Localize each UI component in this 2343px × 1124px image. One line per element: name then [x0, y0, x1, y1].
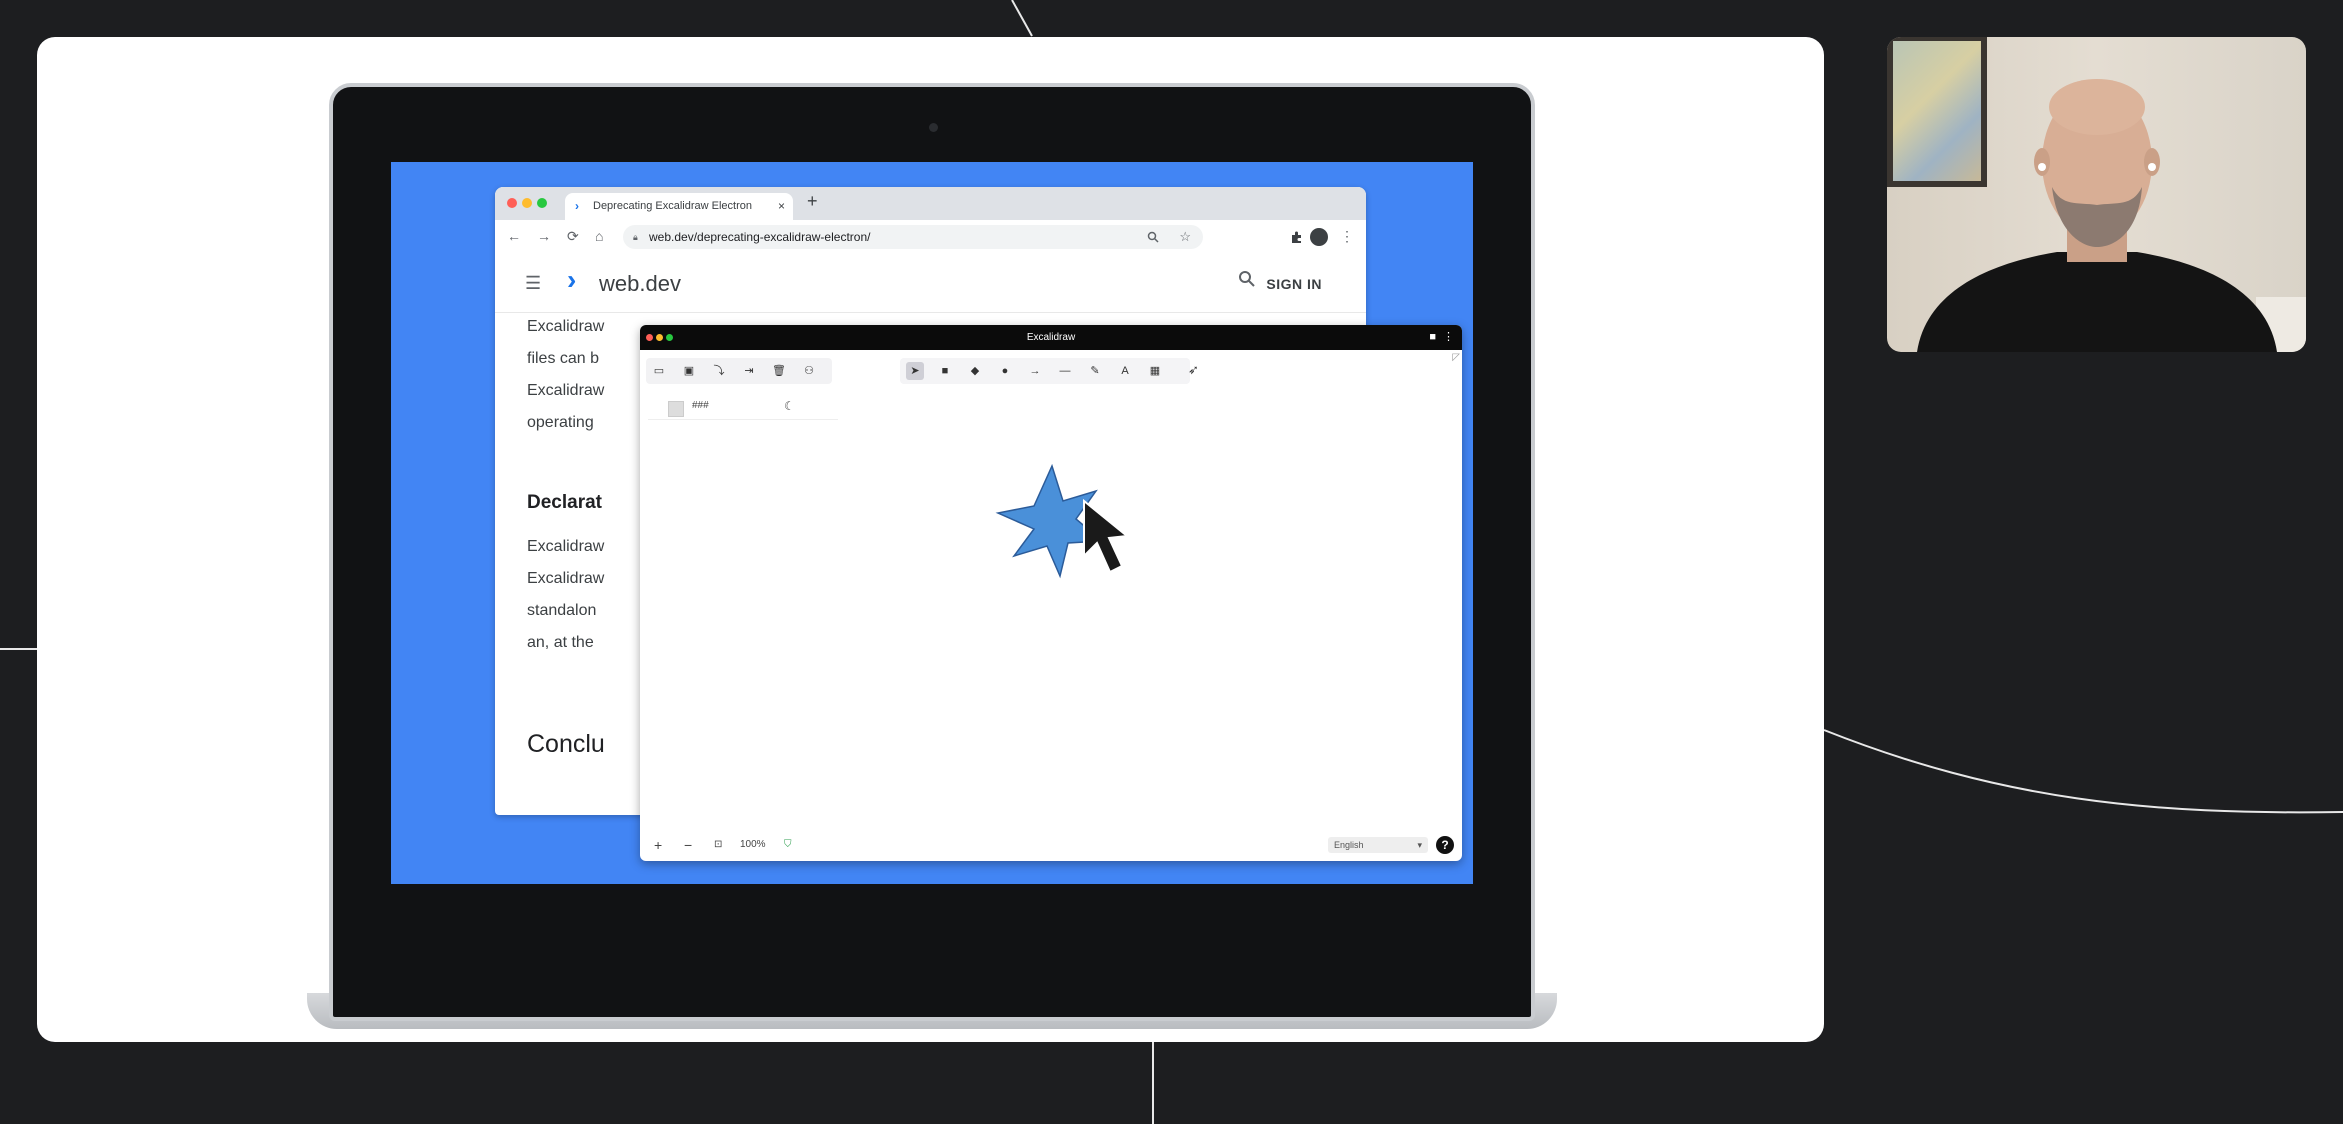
paragraph-line: Excalidraw [527, 570, 605, 587]
paragraph-line: files can b [527, 350, 600, 367]
reload-icon[interactable]: ⟳ [567, 228, 579, 244]
paragraph-line: Excalidraw [527, 318, 605, 335]
zoom-in-button[interactable]: + [654, 833, 662, 857]
mouse-cursor-icon [1083, 498, 1130, 574]
app-menu-icon[interactable]: ⋮ [1443, 325, 1454, 350]
chevron-down-icon: ▾ [1417, 840, 1422, 850]
maximize-window-dot[interactable] [537, 198, 547, 208]
search-icon[interactable] [1238, 270, 1256, 288]
drawing-canvas[interactable] [640, 351, 1462, 827]
conclusion-heading: Conclu [527, 730, 605, 758]
laptop-camera [929, 123, 938, 132]
address-bar[interactable]: 🔒︎ web.dev/deprecating-excalidraw-electr… [623, 225, 1203, 249]
lock-icon: 🔒︎ [633, 232, 638, 242]
speaker-avatar [1917, 79, 2277, 352]
paragraph-line: standalon [527, 602, 597, 619]
sign-in-button[interactable]: SIGN IN [1266, 276, 1322, 292]
speaker-webcam-video [1887, 37, 2306, 352]
section-heading: Declarat [527, 492, 602, 513]
new-tab-button[interactable]: + [807, 191, 818, 212]
forward-icon[interactable]: → [537, 228, 551, 244]
extensions-puzzle-icon[interactable] [1290, 230, 1304, 244]
webdev-favicon-icon: › [575, 199, 579, 213]
zoom-icon[interactable] [1147, 231, 1159, 243]
encryption-shield-icon: ⛉ [784, 839, 792, 850]
profile-avatar[interactable] [1310, 228, 1328, 246]
excalidraw-title: Excalidraw [1026, 332, 1076, 343]
home-icon[interactable]: ⌂ [595, 228, 603, 244]
paragraph-line: operating [527, 414, 594, 431]
tab-title: Deprecating Excalidraw Electron [593, 200, 752, 212]
back-icon[interactable]: ← [507, 228, 521, 244]
bookmark-star-icon[interactable]: ☆ [1179, 225, 1191, 249]
extensions-icon[interactable]: ■ [1429, 325, 1436, 350]
excalidraw-titlebar: Excalidraw ■ ⋮ [640, 325, 1462, 350]
help-button[interactable]: ? [1436, 836, 1454, 854]
browser-tab[interactable]: › Deprecating Excalidraw Electron × [565, 193, 793, 220]
language-value: English [1334, 840, 1364, 850]
browser-toolbar: ← → ⟳ ⌂ 🔒︎ web.dev/deprecating-excalidra… [495, 220, 1366, 255]
webdev-logo-icon[interactable]: › [567, 264, 576, 296]
paragraph-line: Excalidraw [527, 538, 605, 555]
close-tab-icon[interactable]: × [778, 193, 785, 220]
zoom-out-button[interactable]: − [684, 833, 692, 857]
paragraph-line: an, at the [527, 634, 594, 651]
hamburger-menu-icon[interactable]: ☰ [525, 273, 541, 294]
paragraph-line: Excalidraw [527, 382, 605, 399]
tab-strip: › Deprecating Excalidraw Electron × + [495, 187, 1366, 220]
presentation-slide: › Deprecating Excalidraw Electron × + ← … [37, 37, 1824, 1042]
more-menu-icon[interactable]: ⋮ [1340, 228, 1354, 244]
site-header: ☰ › web.dev SIGN IN [495, 254, 1366, 313]
minimize-window-dot[interactable] [522, 198, 532, 208]
decorative-line [0, 648, 37, 650]
url-text: web.dev/deprecating-excalidraw-electron/ [649, 230, 871, 244]
site-logo-text[interactable]: web.dev [599, 271, 681, 297]
reset-zoom-icon[interactable]: ⊡ [714, 833, 722, 857]
excalidraw-window: Excalidraw ■ ⋮ ▭ ▣ ⤵ ⇥ 🗑︎ ⚇ ### ☾ ➤ ■ ◆ … [640, 325, 1462, 861]
zoom-level: 100% [740, 839, 766, 850]
close-window-dot[interactable] [507, 198, 517, 208]
language-select[interactable]: English ▾ [1328, 837, 1428, 853]
laptop-screen: › Deprecating Excalidraw Electron × + ← … [391, 162, 1473, 884]
zoom-controls: + − ⊡ 100% ⛉ [644, 833, 804, 857]
